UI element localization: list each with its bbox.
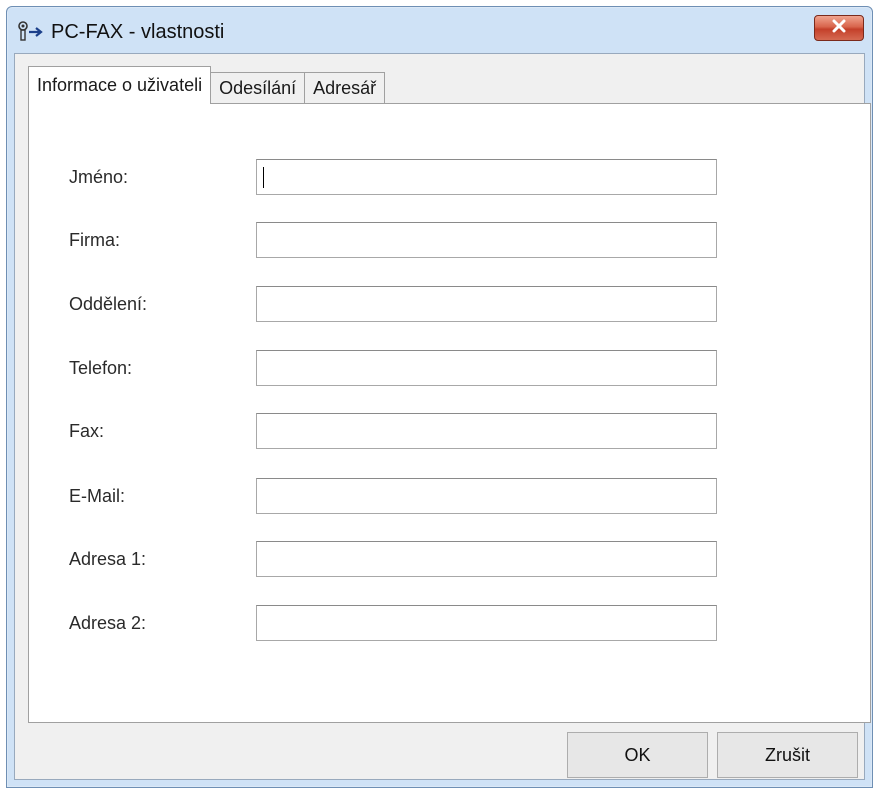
form-row-department: Oddělení:	[29, 286, 870, 322]
title-bar[interactable]: PC-FAX - vlastnosti	[7, 7, 872, 53]
phone-label: Telefon:	[69, 358, 133, 378]
pc-fax-icon	[16, 20, 46, 44]
form-row-name: Jméno:	[29, 159, 870, 195]
form-row-address2: Adresa 2:	[29, 605, 870, 641]
form-row-email: E-Mail:	[29, 478, 870, 514]
fax-field[interactable]	[256, 413, 717, 449]
form-row-phone: Telefon:	[29, 350, 870, 386]
email-field[interactable]	[256, 478, 717, 514]
address2-label: Adresa 2:	[69, 613, 147, 633]
tab-strip: Informace o uživateli Odesílání Adresář	[28, 66, 386, 104]
fax-label: Fax:	[69, 421, 105, 441]
company-field[interactable]	[256, 222, 717, 258]
address1-label: Adresa 1:	[69, 549, 147, 569]
tab-user-info[interactable]: Informace o uživateli	[28, 66, 212, 104]
dialog-window: PC-FAX - vlastnosti Informace o uživatel…	[6, 6, 873, 788]
phone-field[interactable]	[256, 350, 717, 386]
form-row-fax: Fax:	[29, 413, 870, 449]
close-icon	[831, 19, 847, 38]
dialog-client-area: Informace o uživateli Odesílání Adresář …	[14, 53, 871, 780]
company-label: Firma:	[69, 230, 120, 250]
window-title: PC-FAX - vlastnosti	[51, 21, 225, 43]
ok-button[interactable]: OK	[567, 732, 708, 778]
email-label: E-Mail:	[69, 486, 126, 506]
form-row-address1: Adresa 1:	[29, 541, 870, 577]
cancel-button[interactable]: Zrušit	[717, 732, 858, 778]
close-button[interactable]	[814, 15, 864, 41]
tab-sending[interactable]: Odesílání	[210, 72, 306, 104]
name-label: Jméno:	[69, 167, 129, 187]
tab-address-book[interactable]: Adresář	[304, 72, 386, 104]
address1-field[interactable]	[256, 541, 717, 577]
address2-field[interactable]	[256, 605, 717, 641]
department-label: Oddělení:	[69, 294, 148, 314]
text-caret	[263, 167, 264, 188]
user-info-panel: Jméno: Firma: Oddělení: Telefon: Fax: E-…	[28, 103, 871, 723]
department-field[interactable]	[256, 286, 717, 322]
name-field[interactable]	[256, 159, 717, 195]
form-row-company: Firma:	[29, 222, 870, 258]
